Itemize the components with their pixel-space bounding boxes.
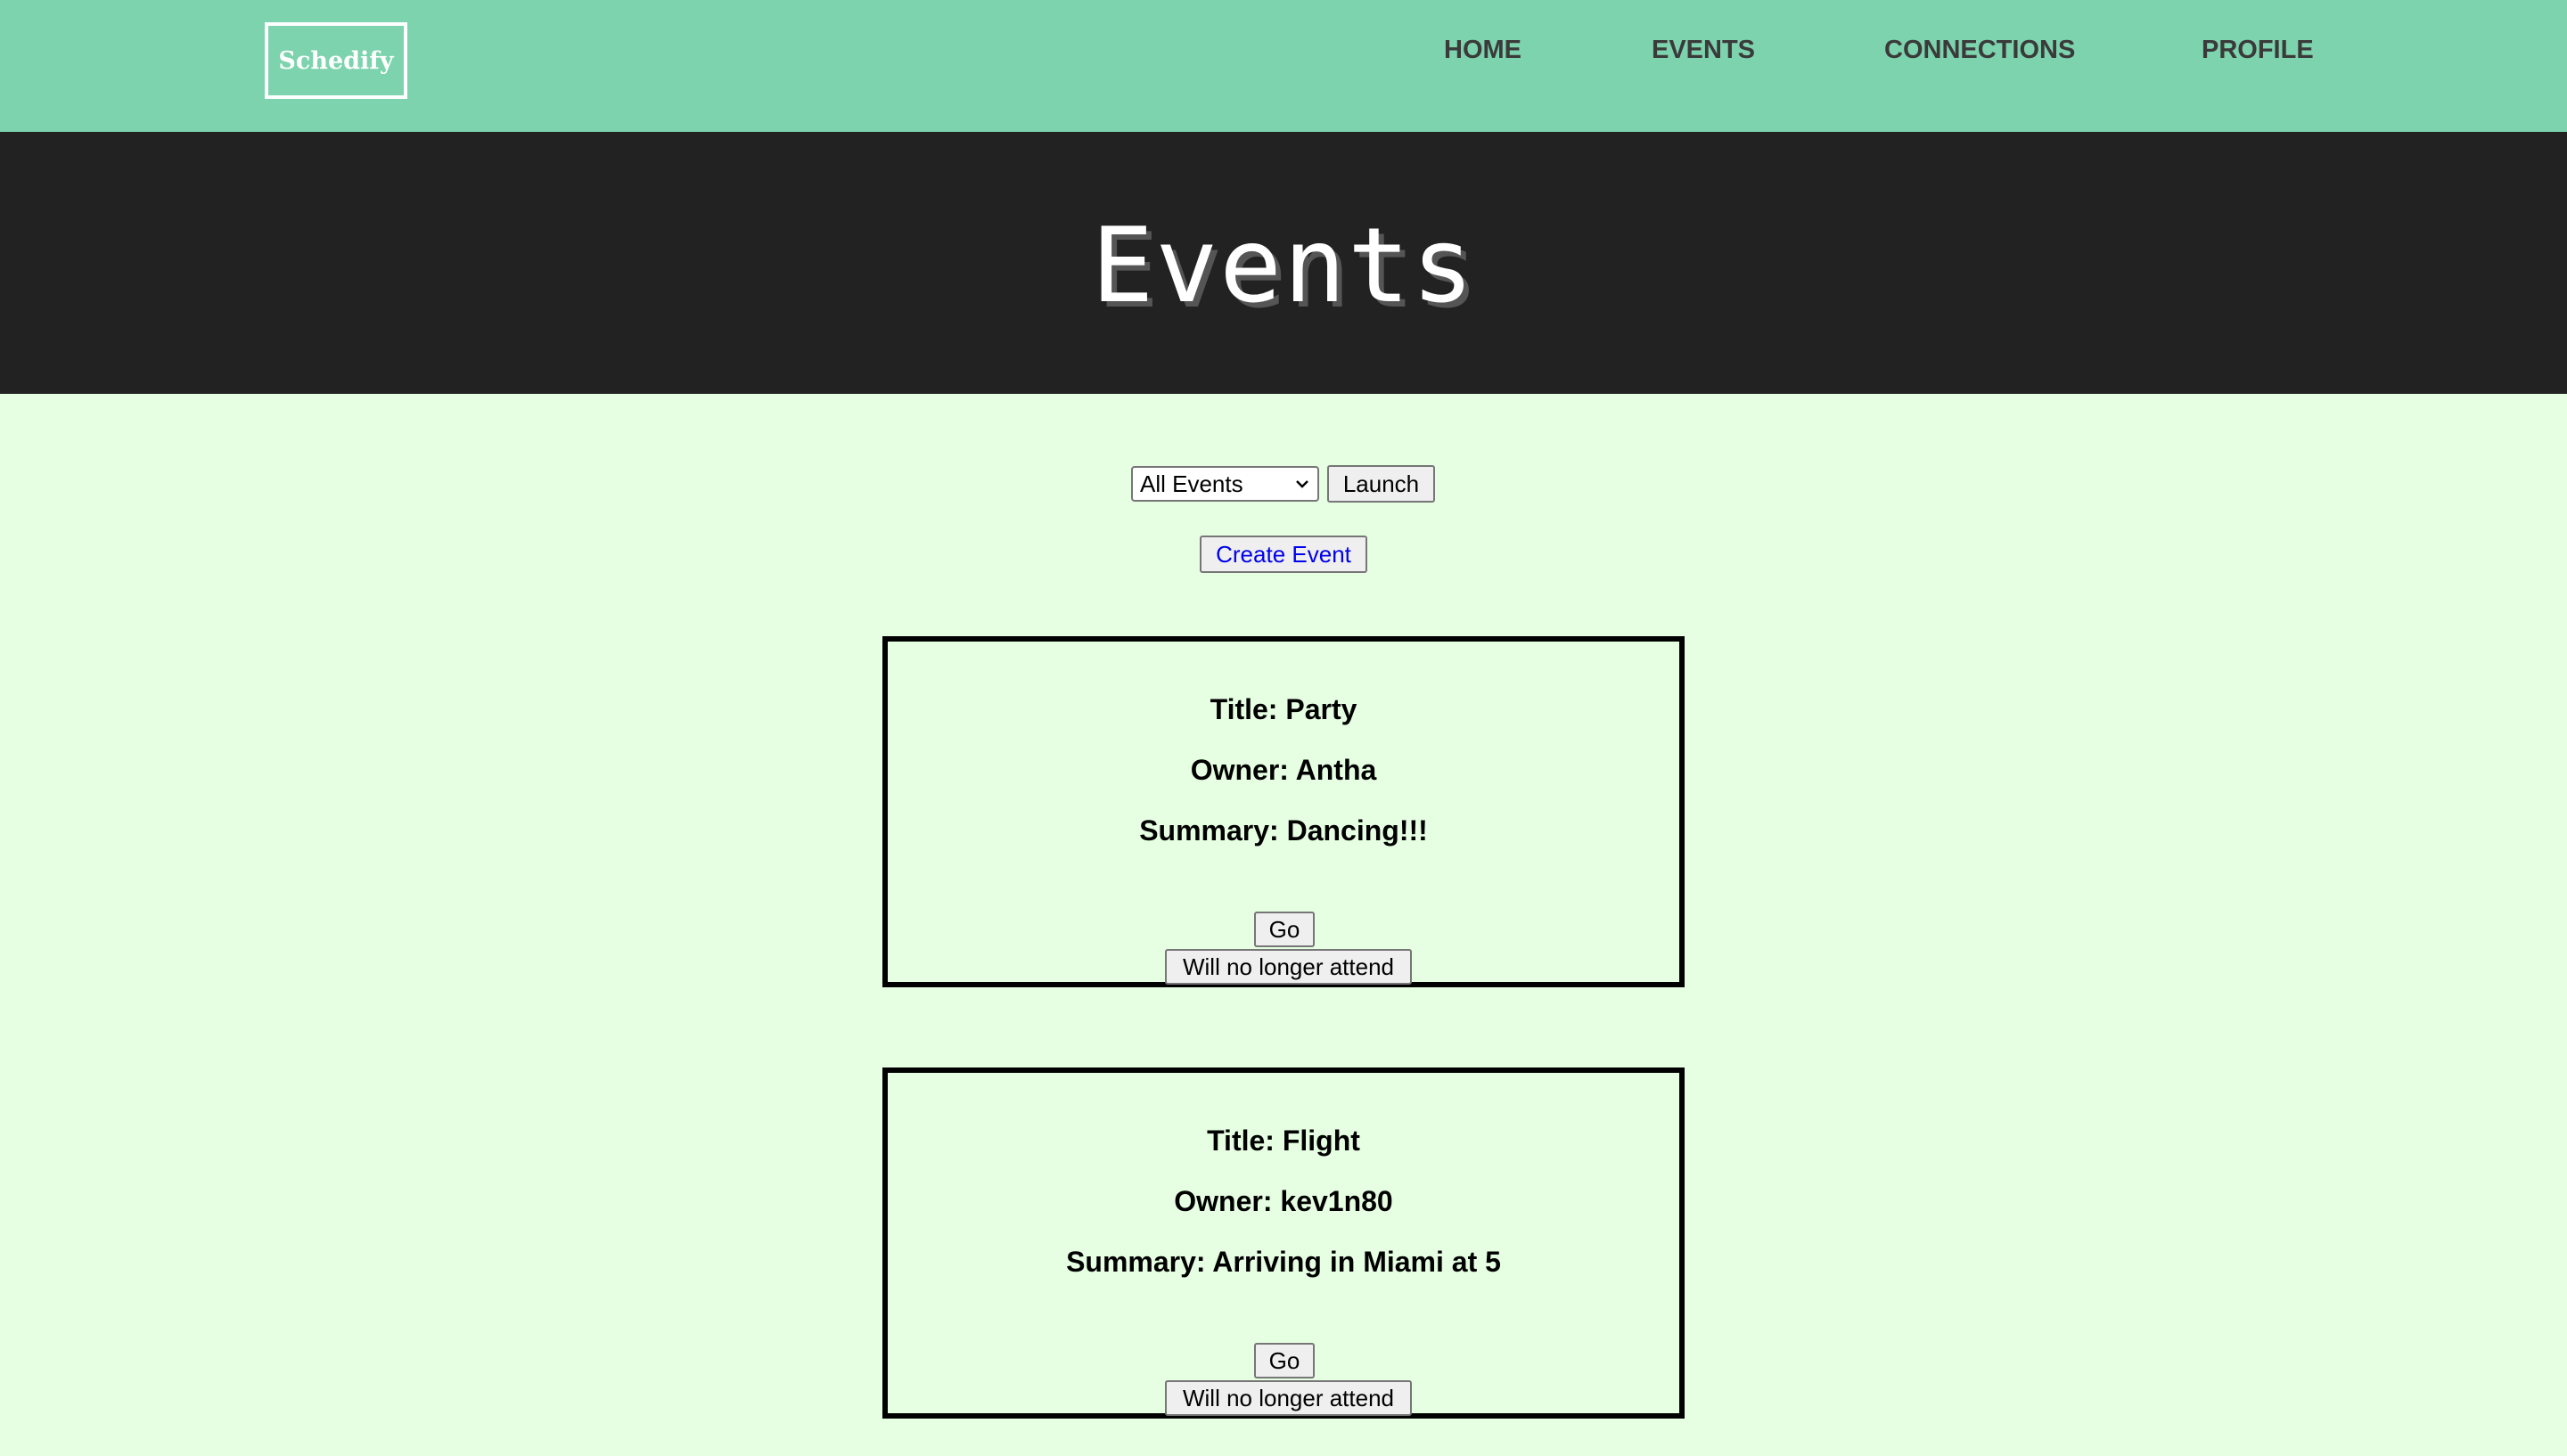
logo[interactable]: Schedify (265, 22, 407, 99)
nav-link-events[interactable]: EVENTS (1652, 34, 1755, 66)
go-button[interactable]: Go (1254, 912, 1315, 947)
event-filter-value: All Events (1140, 470, 1243, 497)
event-title: Title: Party (1210, 693, 1357, 725)
event-filter-select[interactable]: All Events (1131, 466, 1319, 502)
create-event-button[interactable]: Create Event (1200, 536, 1367, 573)
event-card: Title: Party Owner: Antha Summary: Danci… (882, 636, 1685, 987)
nav-link-profile[interactable]: PROFILE (2202, 34, 2314, 66)
event-title: Title: Flight (1207, 1125, 1360, 1157)
launch-button[interactable]: Launch (1327, 465, 1435, 503)
event-card: Title: Flight Owner: kev1n80 Summary: Ar… (882, 1067, 1685, 1419)
event-owner: Owner: Antha (1190, 754, 1377, 786)
page-title: Events (1091, 206, 1476, 326)
no-longer-attend-button[interactable]: Will no longer attend (1165, 949, 1412, 985)
chevron-down-icon (1296, 480, 1308, 488)
event-summary: Summary: Arriving in Miami at 5 (1066, 1246, 1501, 1278)
event-owner: Owner: kev1n80 (1174, 1185, 1393, 1217)
go-button[interactable]: Go (1254, 1343, 1315, 1378)
event-summary: Summary: Dancing!!! (1139, 814, 1428, 847)
hero-banner: Events (0, 132, 2567, 394)
nav-link-home[interactable]: HOME (1444, 34, 1521, 66)
no-longer-attend-button[interactable]: Will no longer attend (1165, 1380, 1412, 1416)
nav-link-connections[interactable]: CONNECTIONS (1884, 34, 2075, 66)
navbar: Schedify HOME EVENTS CONNECTIONS PROFILE (0, 0, 2567, 132)
